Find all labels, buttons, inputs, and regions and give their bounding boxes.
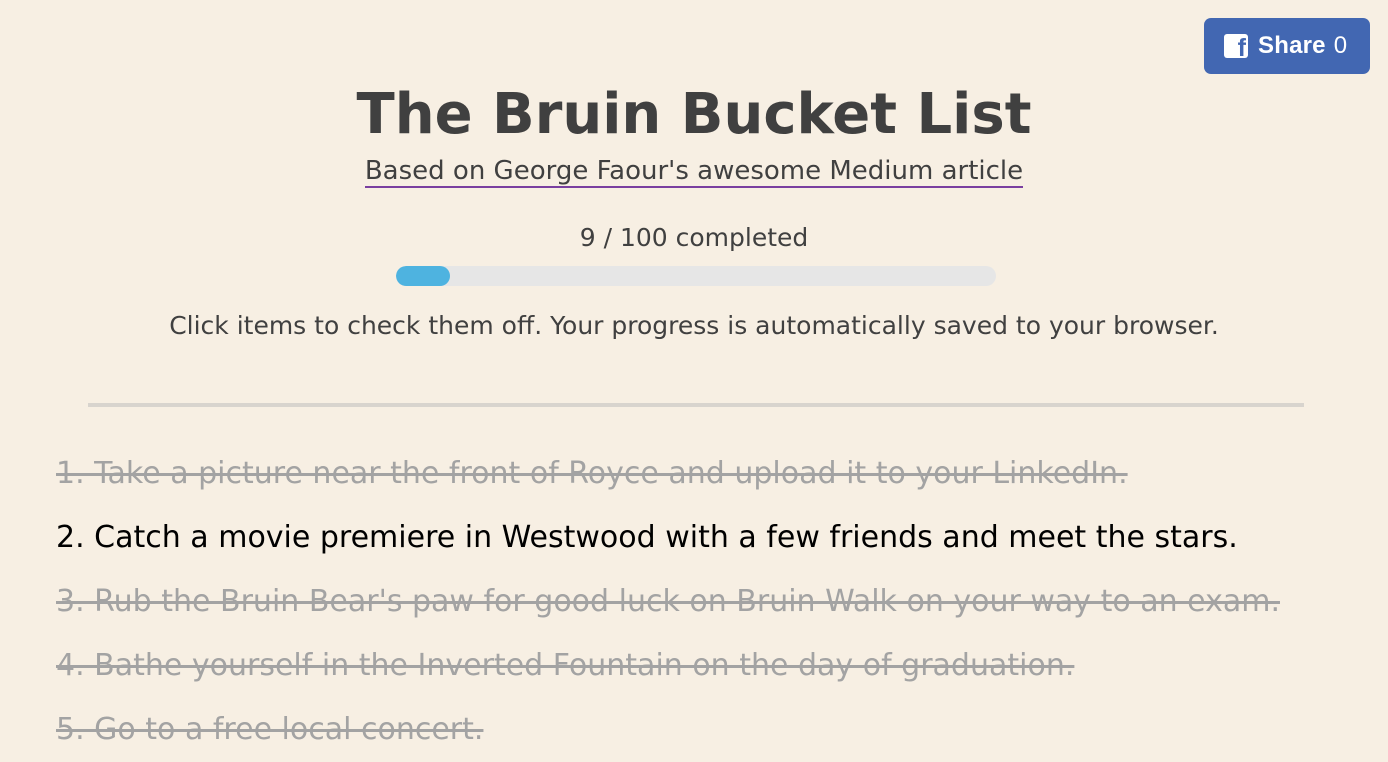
share-label: Share [1258, 32, 1326, 59]
bucket-list-item[interactable]: 3. Rub the Bruin Bear's paw for good luc… [56, 570, 1356, 634]
bucket-list: 1. Take a picture near the front of Royc… [56, 442, 1356, 762]
bucket-list-item[interactable]: 2. Catch a movie premiere in Westwood wi… [56, 506, 1356, 570]
progress-bar-fill [396, 266, 450, 286]
instructions-text: Click items to check them off. Your prog… [169, 311, 1219, 340]
share-count: 0 [1333, 32, 1348, 59]
progress-counter: 9 / 100 completed [579, 223, 809, 252]
divider [88, 403, 1304, 407]
facebook-share-button[interactable]: f Share 0 [1204, 18, 1370, 74]
facebook-icon: f [1224, 34, 1248, 58]
medium-article-link[interactable]: Based on George Faour's awesome Medium a… [364, 156, 1024, 188]
page-title: The Bruin Bucket List [356, 82, 1032, 147]
bucket-list-item[interactable]: 5. Go to a free local concert. [56, 698, 1356, 762]
bucket-list-item[interactable]: 1. Take a picture near the front of Royc… [56, 442, 1356, 506]
subtitle: Based on George Faour's awesome Medium a… [0, 154, 1388, 188]
progress-bar [396, 266, 996, 286]
bucket-list-item[interactable]: 4. Bathe yourself in the Inverted Founta… [56, 634, 1356, 698]
